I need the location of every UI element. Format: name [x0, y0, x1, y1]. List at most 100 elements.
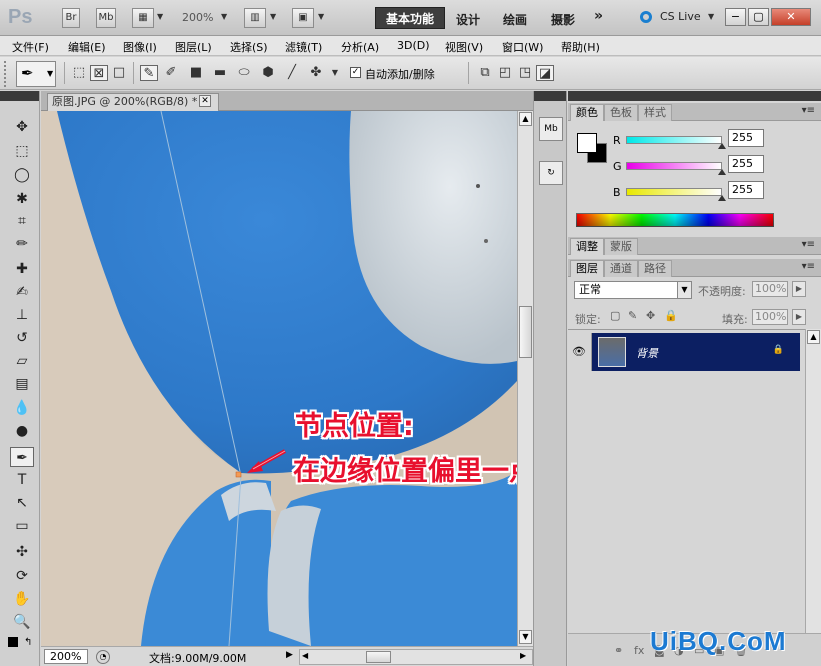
tab-layers[interactable]: 图层	[570, 260, 604, 277]
chevron-down-icon[interactable]: ▼	[708, 12, 714, 21]
layer-style-icon[interactable]: fx	[634, 644, 644, 657]
zoom-input[interactable]: 200%	[44, 649, 88, 664]
fill-pixels-icon[interactable]: □	[110, 65, 128, 81]
tools-grip[interactable]	[0, 91, 39, 101]
path-selection-tool-icon[interactable]: ↖	[10, 493, 34, 513]
default-colors-icon[interactable]	[8, 637, 18, 647]
layers-scrollbar[interactable]: ▲	[805, 329, 821, 633]
layer-visibility-toggle[interactable]: 👁	[568, 333, 592, 371]
chevron-down-icon[interactable]: ▼	[270, 12, 276, 21]
scroll-left-icon[interactable]: ◀	[302, 651, 308, 660]
lock-position-icon[interactable]: ✥	[646, 309, 655, 322]
menu-view[interactable]: 视图(V)	[445, 39, 483, 55]
ellipse-icon[interactable]: ⬭	[235, 65, 253, 81]
menu-analysis[interactable]: 分析(A)	[341, 39, 379, 55]
canvas-vertical-scrollbar[interactable]: ▲ ▼	[517, 111, 533, 646]
menu-edit[interactable]: 编辑(E)	[68, 39, 106, 55]
more-workspaces-icon[interactable]: »	[594, 8, 603, 24]
chevron-down-icon[interactable]: ▼	[326, 65, 344, 81]
blue-channel-slider[interactable]	[626, 188, 722, 196]
strip-grip[interactable]	[534, 91, 566, 101]
menu-3d[interactable]: 3D(D)	[397, 39, 430, 52]
workspace-painting[interactable]: 绘画	[503, 11, 527, 28]
fill-input[interactable]: 100%	[752, 309, 788, 325]
panel-menu-icon[interactable]: ▾≡	[802, 105, 815, 116]
menu-image[interactable]: 图像(I)	[123, 39, 157, 55]
menu-select[interactable]: 选择(S)	[230, 39, 268, 55]
menu-filter[interactable]: 滤镜(T)	[285, 39, 322, 55]
minibridge-panel-button[interactable]: Mb	[539, 117, 563, 141]
chevron-down-icon[interactable]: ▼	[157, 12, 163, 21]
chevron-down-icon[interactable]: ▼	[221, 12, 227, 21]
bridge-button[interactable]: Br	[62, 8, 80, 28]
panel-menu-icon[interactable]: ▾≡	[802, 261, 815, 272]
blend-mode-select[interactable]: 正常 ▼	[574, 281, 692, 299]
minibridge-button[interactable]: Mb	[96, 8, 116, 28]
maximize-button[interactable]: ▢	[748, 8, 769, 26]
freeform-pen-icon[interactable]: ✐	[162, 65, 180, 81]
lasso-tool-icon[interactable]: ◯	[10, 165, 34, 185]
swap-colors-icon[interactable]: ↰	[24, 637, 32, 648]
tab-adjustments[interactable]: 调整	[570, 238, 604, 255]
menu-layer[interactable]: 图层(L)	[175, 39, 212, 55]
shape-layers-icon[interactable]: ⬚	[70, 65, 88, 81]
arrange-documents-button[interactable]: ▥	[244, 8, 266, 28]
menu-file[interactable]: 文件(F)	[12, 39, 49, 55]
combine-shapes-icon[interactable]: ⧉	[476, 65, 494, 81]
view-extras-button[interactable]: ▦	[132, 8, 154, 28]
slider-handle[interactable]	[718, 143, 726, 149]
menu-window[interactable]: 窗口(W)	[502, 39, 543, 55]
green-channel-slider[interactable]	[626, 162, 722, 170]
red-channel-slider[interactable]	[626, 136, 722, 144]
line-icon[interactable]: ╱	[283, 65, 301, 81]
lock-pixels-icon[interactable]: ✎	[628, 309, 637, 322]
clone-stamp-tool-icon[interactable]: ⊥	[10, 305, 34, 325]
blur-tool-icon[interactable]: 💧	[10, 398, 34, 418]
workspace-design[interactable]: 设计	[456, 11, 480, 28]
layer-row-background[interactable]: 背景 🔒	[568, 333, 800, 371]
custom-shape-icon[interactable]: ✤	[307, 65, 325, 81]
chevron-down-icon[interactable]: ▼	[318, 12, 324, 21]
tab-paths[interactable]: 路径	[638, 260, 672, 277]
marquee-tool-icon[interactable]: ⬚	[10, 141, 34, 161]
rounded-rectangle-icon[interactable]: ▬	[211, 65, 229, 81]
document-tab[interactable]: 原图.JPG @ 200%(RGB/8) *	[47, 93, 219, 111]
panel-menu-icon[interactable]: ▾≡	[802, 239, 815, 250]
close-button[interactable]: ✕	[771, 8, 811, 26]
scroll-right-icon[interactable]: ▶	[520, 651, 526, 660]
options-grip[interactable]	[4, 61, 10, 87]
workspace-essentials[interactable]: 基本功能	[375, 7, 445, 29]
3d-orbit-tool-icon[interactable]: ⟳	[10, 566, 34, 586]
gradient-tool-icon[interactable]: ▤	[10, 374, 34, 394]
intersect-shape-icon[interactable]: ◳	[516, 65, 534, 81]
slider-handle[interactable]	[718, 169, 726, 175]
healing-brush-tool-icon[interactable]: ✚	[10, 259, 34, 279]
blue-value-input[interactable]: 255	[728, 181, 764, 199]
minimize-button[interactable]: −	[725, 8, 746, 26]
tab-channels[interactable]: 通道	[604, 260, 638, 277]
auto-add-delete-checkbox[interactable]: ✓	[350, 67, 361, 78]
subtract-shape-icon[interactable]: ◰	[496, 65, 514, 81]
document-canvas[interactable]: 节点位置: 在边缘位置偏里一点点!	[41, 111, 517, 646]
rectangle-icon[interactable]: ■	[187, 65, 205, 81]
eyedropper-tool-icon[interactable]: ✏	[10, 234, 34, 254]
eraser-tool-icon[interactable]: ▱	[10, 351, 34, 371]
brush-tool-icon[interactable]: ✍	[10, 282, 34, 302]
scroll-up-icon[interactable]: ▲	[807, 330, 820, 344]
quick-selection-tool-icon[interactable]: ✱	[10, 189, 34, 209]
pen-tool-icon[interactable]: ✎	[140, 65, 158, 81]
tool-preset-picker[interactable]: ✒ ▼	[16, 61, 56, 87]
shape-tool-icon[interactable]: ▭	[10, 516, 34, 536]
fill-slider-arrow-icon[interactable]: ▶	[792, 309, 806, 325]
tab-color[interactable]: 颜色	[570, 104, 604, 121]
panels-grip[interactable]	[568, 91, 821, 101]
scroll-thumb[interactable]	[519, 306, 532, 358]
exclude-overlap-icon[interactable]: ◪	[536, 65, 554, 81]
tab-swatches[interactable]: 色板	[604, 104, 638, 121]
lock-transparency-icon[interactable]: ▢	[610, 309, 620, 322]
opacity-input[interactable]: 100%	[752, 281, 788, 297]
type-tool-icon[interactable]: T	[10, 470, 34, 490]
crop-tool-icon[interactable]: ⌗	[10, 211, 34, 231]
status-menu-arrow-icon[interactable]: ▶	[286, 650, 293, 660]
zoom-tool-icon[interactable]: 🔍	[10, 612, 34, 632]
